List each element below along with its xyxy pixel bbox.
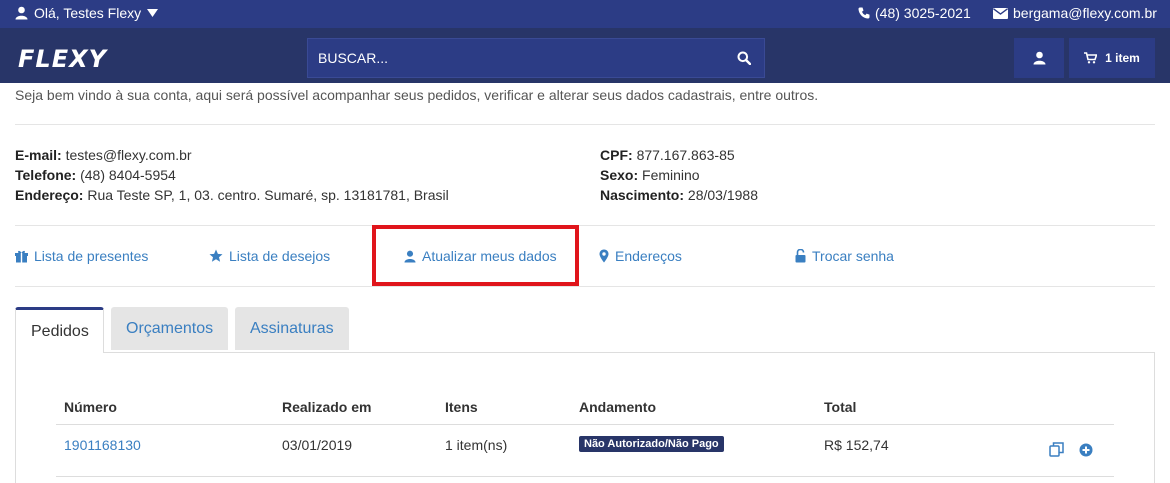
email-label: E-mail: <box>15 147 62 163</box>
birth-label: Nascimento: <box>600 187 685 203</box>
sex-value: Feminino <box>642 167 700 183</box>
copy-order-button[interactable] <box>1049 442 1064 460</box>
tab-subscriptions[interactable]: Assinaturas <box>235 307 349 350</box>
change-password-label: Trocar senha <box>812 248 894 264</box>
email-address: bergama@flexy.com.br <box>1013 5 1157 21</box>
cpf-value: 877.167.863-85 <box>636 147 735 163</box>
email-contact[interactable]: bergama@flexy.com.br <box>993 5 1157 21</box>
map-marker-icon <box>599 249 609 263</box>
column-header-date: Realizado em <box>282 399 372 415</box>
phone-contact: (48) 3025-2021 <box>858 5 971 21</box>
column-header-items: Itens <box>445 399 478 415</box>
profile-info-right: CPF: 877.167.863-85 Sexo: Feminino Nasci… <box>600 145 758 205</box>
caret-down-icon <box>147 9 159 17</box>
profile-email: E-mail: testes@flexy.com.br <box>15 145 449 165</box>
profile-address: Endereço: Rua Teste SP, 1, 03. centro. S… <box>15 185 449 205</box>
change-password-link[interactable]: Trocar senha <box>795 248 894 264</box>
order-total: R$ 152,74 <box>824 437 889 453</box>
search-input[interactable]: BUSCAR... <box>308 50 724 66</box>
expand-order-button[interactable] <box>1079 443 1093 460</box>
user-icon <box>1033 51 1045 65</box>
gift-list-label: Lista de presentes <box>34 248 149 264</box>
address-value: Rua Teste SP, 1, 03. centro. Sumaré, sp.… <box>87 187 449 203</box>
user-greeting-dropdown[interactable]: Olá, Testes Flexy <box>15 5 159 21</box>
orders-panel <box>15 352 1155 483</box>
envelope-icon <box>993 7 1008 19</box>
table-header-divider <box>56 424 1114 425</box>
order-date: 03/01/2019 <box>282 437 353 453</box>
profile-info-left: E-mail: testes@flexy.com.br Telefone: (4… <box>15 145 449 205</box>
unlock-icon <box>795 249 806 263</box>
column-header-total: Total <box>824 399 857 415</box>
divider <box>15 225 1155 226</box>
gift-list-link[interactable]: Lista de presentes <box>15 248 148 264</box>
profile-phone: Telefone: (48) 8404-5954 <box>15 165 449 185</box>
search-button[interactable] <box>724 51 764 65</box>
sex-label: Sexo: <box>600 167 639 183</box>
profile-cpf: CPF: 877.167.863-85 <box>600 145 758 165</box>
order-status-badge: Não Autorizado/Não Pago <box>579 436 724 452</box>
copy-icon <box>1049 442 1064 457</box>
addresses-label: Endereços <box>615 248 682 264</box>
divider <box>15 286 1155 287</box>
phone-icon <box>858 7 870 19</box>
top-bar: Olá, Testes Flexy (48) 3025-2021 bergama… <box>0 0 1170 28</box>
addresses-link[interactable]: Endereços <box>599 248 682 264</box>
divider <box>15 124 1155 125</box>
phone-value: (48) 8404-5954 <box>80 167 176 183</box>
greeting-text: Olá, Testes Flexy <box>34 5 142 21</box>
cart-icon <box>1084 52 1098 64</box>
account-button[interactable] <box>1014 38 1064 78</box>
cart-button[interactable]: 1 item <box>1069 38 1155 78</box>
phone-number: (48) 3025-2021 <box>875 5 971 21</box>
phone-label: Telefone: <box>15 167 77 183</box>
gift-icon <box>15 250 28 263</box>
table-row-divider <box>56 476 1114 477</box>
address-label: Endereço: <box>15 187 84 203</box>
email-value: testes@flexy.com.br <box>65 147 192 163</box>
search-icon <box>737 51 751 65</box>
birth-value: 28/03/1988 <box>687 187 758 203</box>
user-icon <box>15 6 28 20</box>
profile-birth: Nascimento: 28/03/1988 <box>600 185 758 205</box>
star-icon <box>209 249 223 262</box>
order-number-link[interactable]: 1901168130 <box>64 437 141 453</box>
cart-label: 1 item <box>1105 51 1140 65</box>
wish-list-link[interactable]: Lista de desejos <box>209 248 330 264</box>
column-header-status: Andamento <box>579 399 656 415</box>
order-items: 1 item(ns) <box>445 437 508 453</box>
welcome-message: Seja bem vindo à sua conta, aqui será po… <box>15 87 819 103</box>
search-bar[interactable]: BUSCAR... <box>307 38 765 78</box>
main-navbar: FLEXY BUSCAR... 1 item <box>0 28 1170 83</box>
highlight-box <box>372 225 579 286</box>
wish-list-label: Lista de desejos <box>229 248 331 264</box>
profile-sex: Sexo: Feminino <box>600 165 758 185</box>
cpf-label: CPF: <box>600 147 633 163</box>
tab-orders[interactable]: Pedidos <box>15 307 104 353</box>
flexy-logo[interactable]: FLEXY <box>18 45 107 73</box>
tab-quotes[interactable]: Orçamentos <box>111 307 228 350</box>
plus-circle-icon <box>1079 443 1093 457</box>
column-header-number: Número <box>64 399 117 415</box>
